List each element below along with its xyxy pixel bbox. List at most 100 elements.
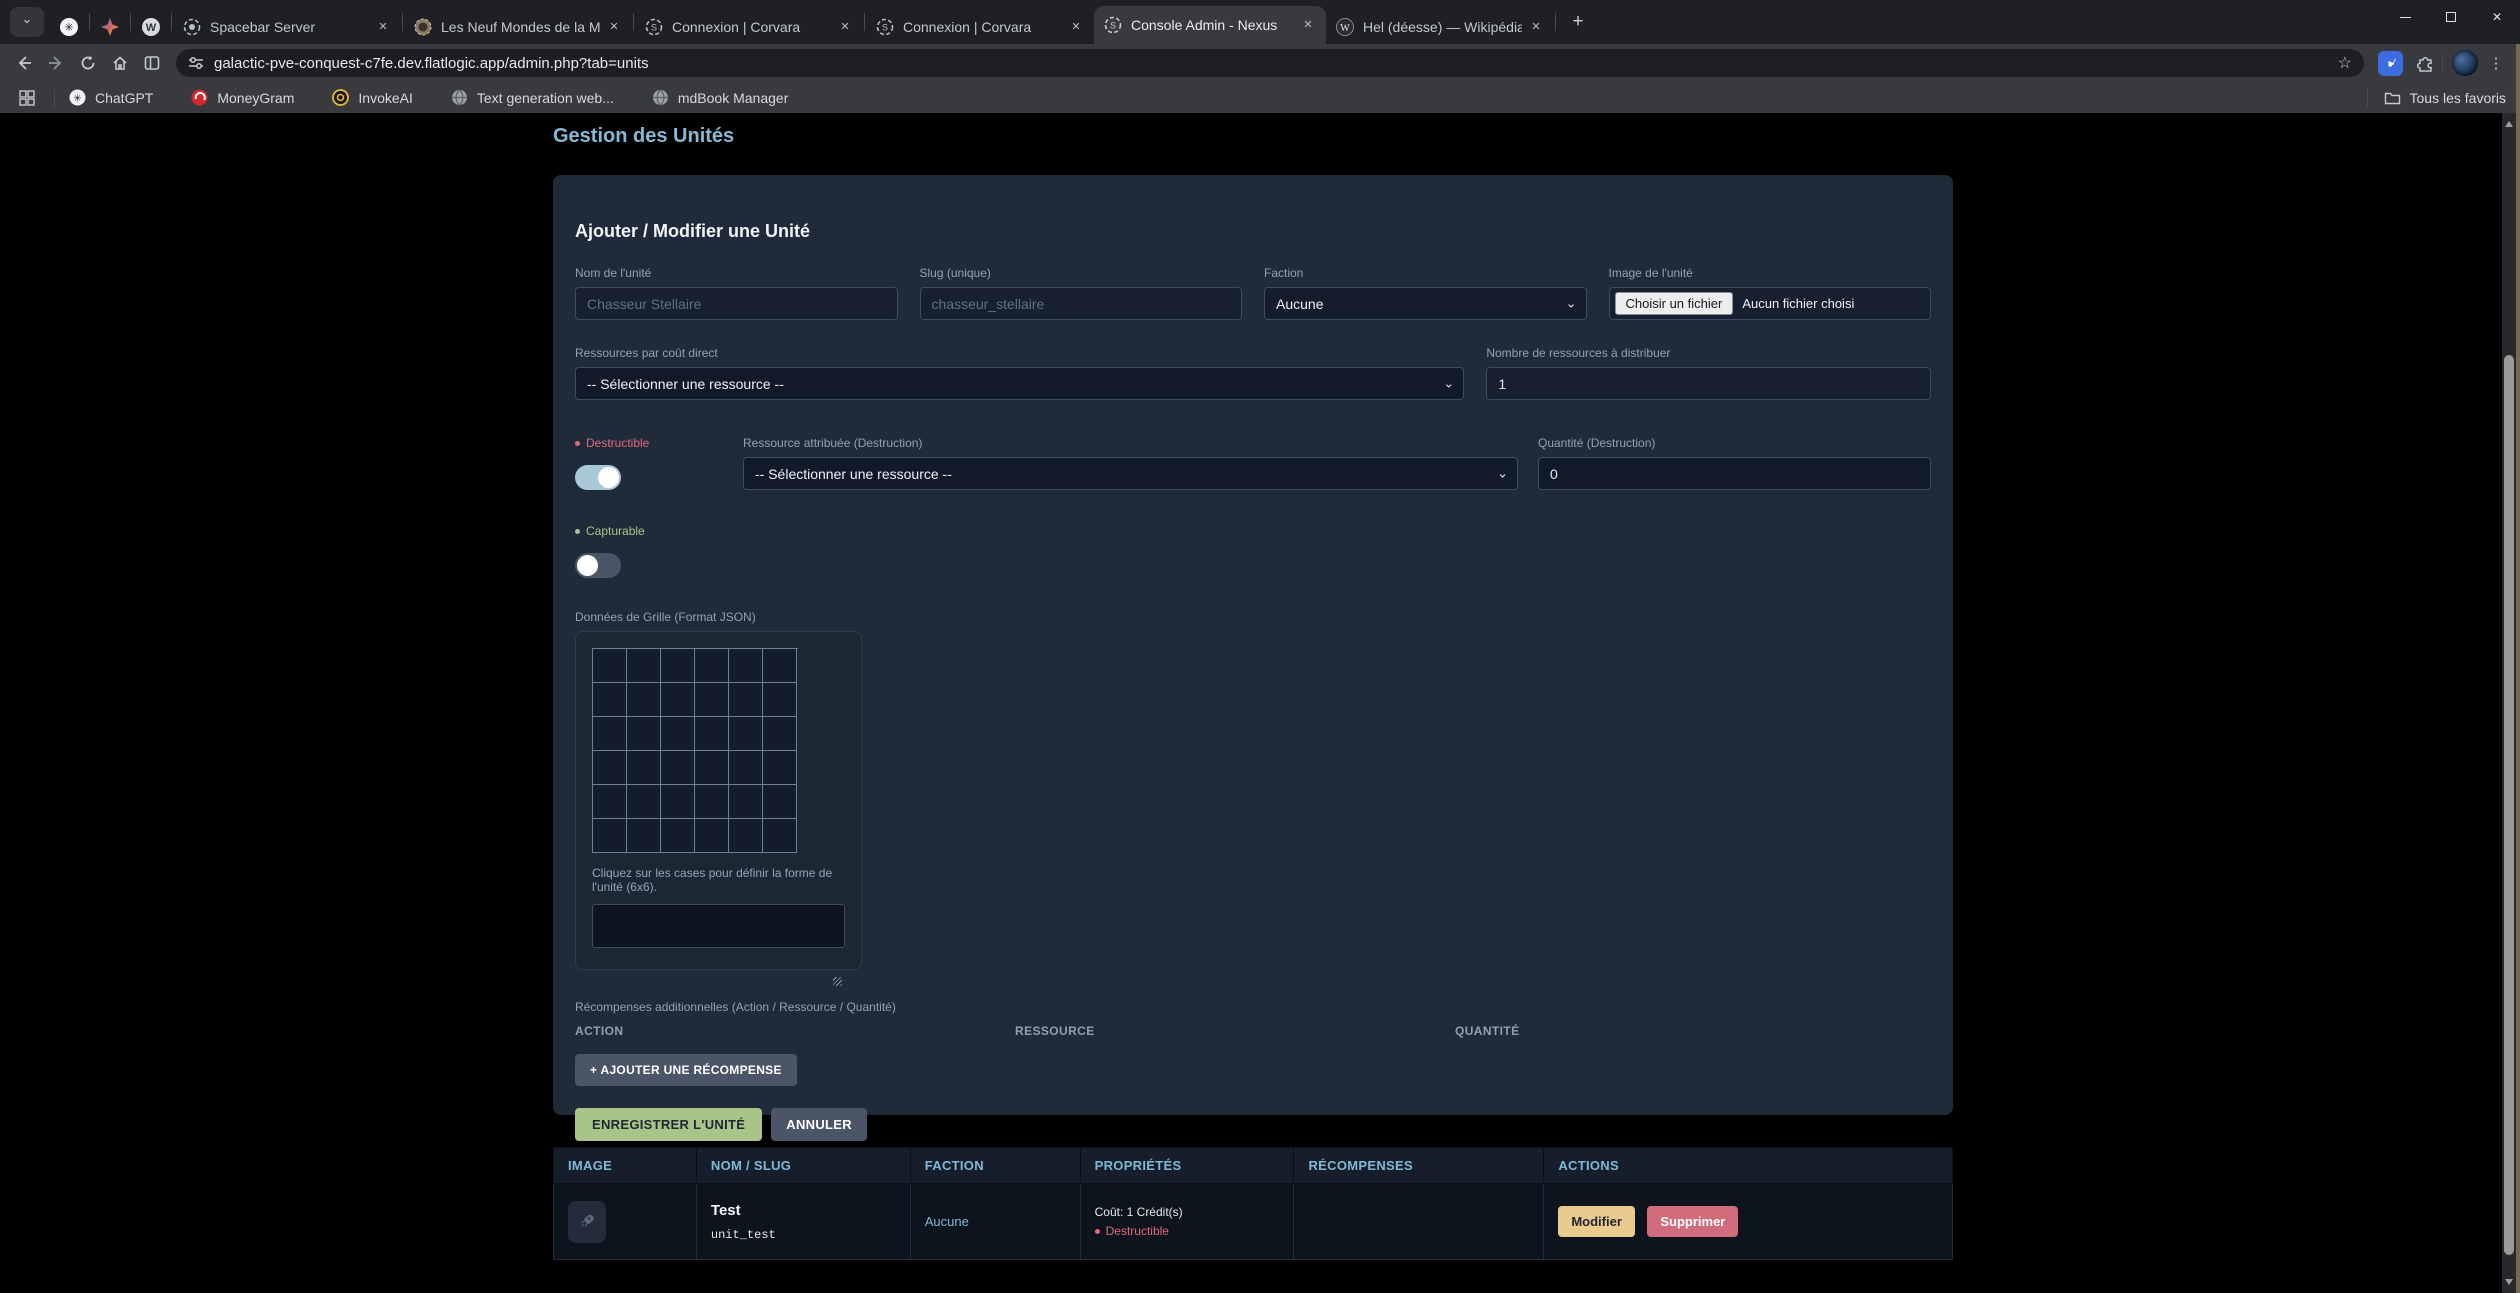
pinned-tab-wordpress[interactable]: W bbox=[132, 10, 170, 44]
home-button[interactable] bbox=[104, 47, 136, 79]
tab-close-button[interactable] bbox=[1528, 19, 1544, 35]
tab-connexion-corvara-1[interactable]: S Connexion | Corvara bbox=[635, 10, 863, 44]
cost-amount-input[interactable] bbox=[1486, 367, 1931, 400]
grid-cell[interactable] bbox=[729, 649, 763, 683]
bookmark-mdbook-manager[interactable]: mdBook Manager bbox=[652, 89, 789, 106]
tab-connexion-corvara-2[interactable]: S Connexion | Corvara bbox=[866, 10, 1094, 44]
page-scrollbar[interactable] bbox=[2502, 113, 2516, 1293]
grid-cell[interactable] bbox=[593, 785, 627, 819]
grid-cell[interactable] bbox=[729, 751, 763, 785]
grid-cell[interactable] bbox=[627, 751, 661, 785]
grid-cell[interactable] bbox=[763, 819, 797, 853]
add-reward-button[interactable]: + AJOUTER UNE RÉCOMPENSE bbox=[575, 1054, 797, 1086]
grid-cell[interactable] bbox=[695, 751, 729, 785]
grid-cell[interactable] bbox=[661, 819, 695, 853]
bullet-dot-icon bbox=[575, 529, 580, 534]
site-favicon-icon: S bbox=[1104, 16, 1122, 34]
scrollbar-up-arrow[interactable] bbox=[2502, 119, 2516, 131]
faction-select[interactable]: Aucune bbox=[1264, 287, 1587, 320]
side-panel-icon bbox=[143, 54, 161, 72]
grid-cell[interactable] bbox=[627, 785, 661, 819]
grid-cell[interactable] bbox=[763, 751, 797, 785]
grid-cell[interactable] bbox=[661, 717, 695, 751]
tab-close-button[interactable] bbox=[375, 19, 391, 35]
pinned-tab-gemini[interactable] bbox=[91, 10, 129, 44]
unit-image-file-field: Choisir un fichier Aucun fichier choisi bbox=[1609, 287, 1932, 320]
bookmark-star-icon[interactable] bbox=[2338, 53, 2352, 73]
tab-spacebar-server[interactable]: Spacebar Server bbox=[173, 10, 401, 44]
grid-cell[interactable] bbox=[627, 819, 661, 853]
address-bar[interactable]: galactic-pve-conquest-c7fe.dev.flatlogic… bbox=[176, 49, 2364, 77]
browser-menu-button[interactable] bbox=[2486, 54, 2506, 72]
pinned-tab-openai[interactable]: ✳ bbox=[50, 10, 88, 44]
grid-cell[interactable] bbox=[695, 819, 729, 853]
grid-cell[interactable] bbox=[763, 717, 797, 751]
grid-cell[interactable] bbox=[593, 819, 627, 853]
scrollbar-down-arrow[interactable] bbox=[2502, 1277, 2516, 1289]
reload-button[interactable] bbox=[72, 47, 104, 79]
grid-cell[interactable] bbox=[661, 649, 695, 683]
destructible-toggle[interactable] bbox=[575, 465, 621, 490]
destruction-qty-input[interactable] bbox=[1538, 457, 1931, 490]
grid-cell[interactable] bbox=[627, 717, 661, 751]
grid-json-textarea[interactable] bbox=[592, 904, 845, 948]
browser-toolbar: galactic-pve-conquest-c7fe.dev.flatlogic… bbox=[0, 44, 2520, 82]
choose-file-button[interactable]: Choisir un fichier bbox=[1615, 292, 1734, 315]
tab-neuf-mondes[interactable]: Les Neuf Mondes de la Mytholo bbox=[404, 10, 632, 44]
grid-cell[interactable] bbox=[593, 751, 627, 785]
cost-resource-select[interactable]: -- Sélectionner une ressource -- bbox=[575, 367, 1464, 400]
grid-cell[interactable] bbox=[695, 649, 729, 683]
tab-close-button[interactable] bbox=[606, 19, 622, 35]
save-unit-button[interactable]: ENREGISTRER L'UNITÉ bbox=[575, 1108, 762, 1141]
grid-cell[interactable] bbox=[729, 683, 763, 717]
side-panel-button[interactable] bbox=[136, 47, 168, 79]
destruction-resource-selected-value: -- Sélectionner une ressource -- bbox=[755, 466, 952, 482]
tab-hel-wikipedia[interactable]: W Hel (déesse) — Wikipédia bbox=[1326, 10, 1554, 44]
destruction-resource-select[interactable]: -- Sélectionner une ressource -- bbox=[743, 457, 1518, 490]
grid-cell[interactable] bbox=[593, 649, 627, 683]
extension-shortcut-button[interactable] bbox=[2378, 51, 2403, 76]
grid-cell[interactable] bbox=[661, 785, 695, 819]
cancel-button[interactable]: ANNULER bbox=[771, 1108, 867, 1141]
delete-unit-button[interactable]: Supprimer bbox=[1647, 1206, 1738, 1237]
capturable-toggle[interactable] bbox=[575, 553, 621, 578]
grid-cell[interactable] bbox=[661, 751, 695, 785]
tab-search-button[interactable] bbox=[10, 7, 44, 37]
new-tab-button[interactable] bbox=[1563, 7, 1593, 37]
tab-close-button[interactable] bbox=[1300, 17, 1316, 33]
grid-cell[interactable] bbox=[593, 683, 627, 717]
grid-cell[interactable] bbox=[695, 717, 729, 751]
extensions-button[interactable] bbox=[2409, 47, 2441, 79]
unit-name-input[interactable] bbox=[575, 287, 898, 320]
grid-cell[interactable] bbox=[729, 717, 763, 751]
tab-close-button[interactable] bbox=[837, 19, 853, 35]
all-bookmarks-button[interactable]: Tous les favoris bbox=[2366, 89, 2506, 107]
minimize-button[interactable] bbox=[2382, 0, 2428, 34]
grid-cell[interactable] bbox=[763, 649, 797, 683]
close-button[interactable] bbox=[2474, 0, 2520, 34]
tab-close-button[interactable] bbox=[1068, 19, 1084, 35]
scrollbar-thumb[interactable] bbox=[2504, 355, 2514, 1255]
grid-cell[interactable] bbox=[627, 649, 661, 683]
bookmark-invokeai[interactable]: InvokeAI bbox=[332, 89, 412, 106]
grid-cell[interactable] bbox=[695, 785, 729, 819]
grid-cell[interactable] bbox=[627, 683, 661, 717]
edit-unit-button[interactable]: Modifier bbox=[1558, 1206, 1635, 1237]
bookmark-moneygram[interactable]: MoneyGram bbox=[191, 89, 294, 106]
tab-console-admin-nexus-active[interactable]: S Console Admin - Nexus bbox=[1094, 6, 1326, 44]
forward-button[interactable] bbox=[40, 47, 72, 79]
grid-cell[interactable] bbox=[729, 819, 763, 853]
grid-cell[interactable] bbox=[695, 683, 729, 717]
slug-input[interactable] bbox=[920, 287, 1243, 320]
grid-cell[interactable] bbox=[661, 683, 695, 717]
bookmark-chatgpt[interactable]: ✳ ChatGPT bbox=[69, 89, 153, 106]
back-button[interactable] bbox=[8, 47, 40, 79]
apps-grid-button[interactable] bbox=[14, 85, 40, 111]
profile-avatar[interactable] bbox=[2452, 50, 2478, 76]
bookmark-text-generation-webui[interactable]: Text generation web... bbox=[451, 89, 614, 106]
grid-cell[interactable] bbox=[593, 717, 627, 751]
maximize-button[interactable] bbox=[2428, 0, 2474, 34]
grid-cell[interactable] bbox=[763, 785, 797, 819]
grid-cell[interactable] bbox=[729, 785, 763, 819]
grid-cell[interactable] bbox=[763, 683, 797, 717]
